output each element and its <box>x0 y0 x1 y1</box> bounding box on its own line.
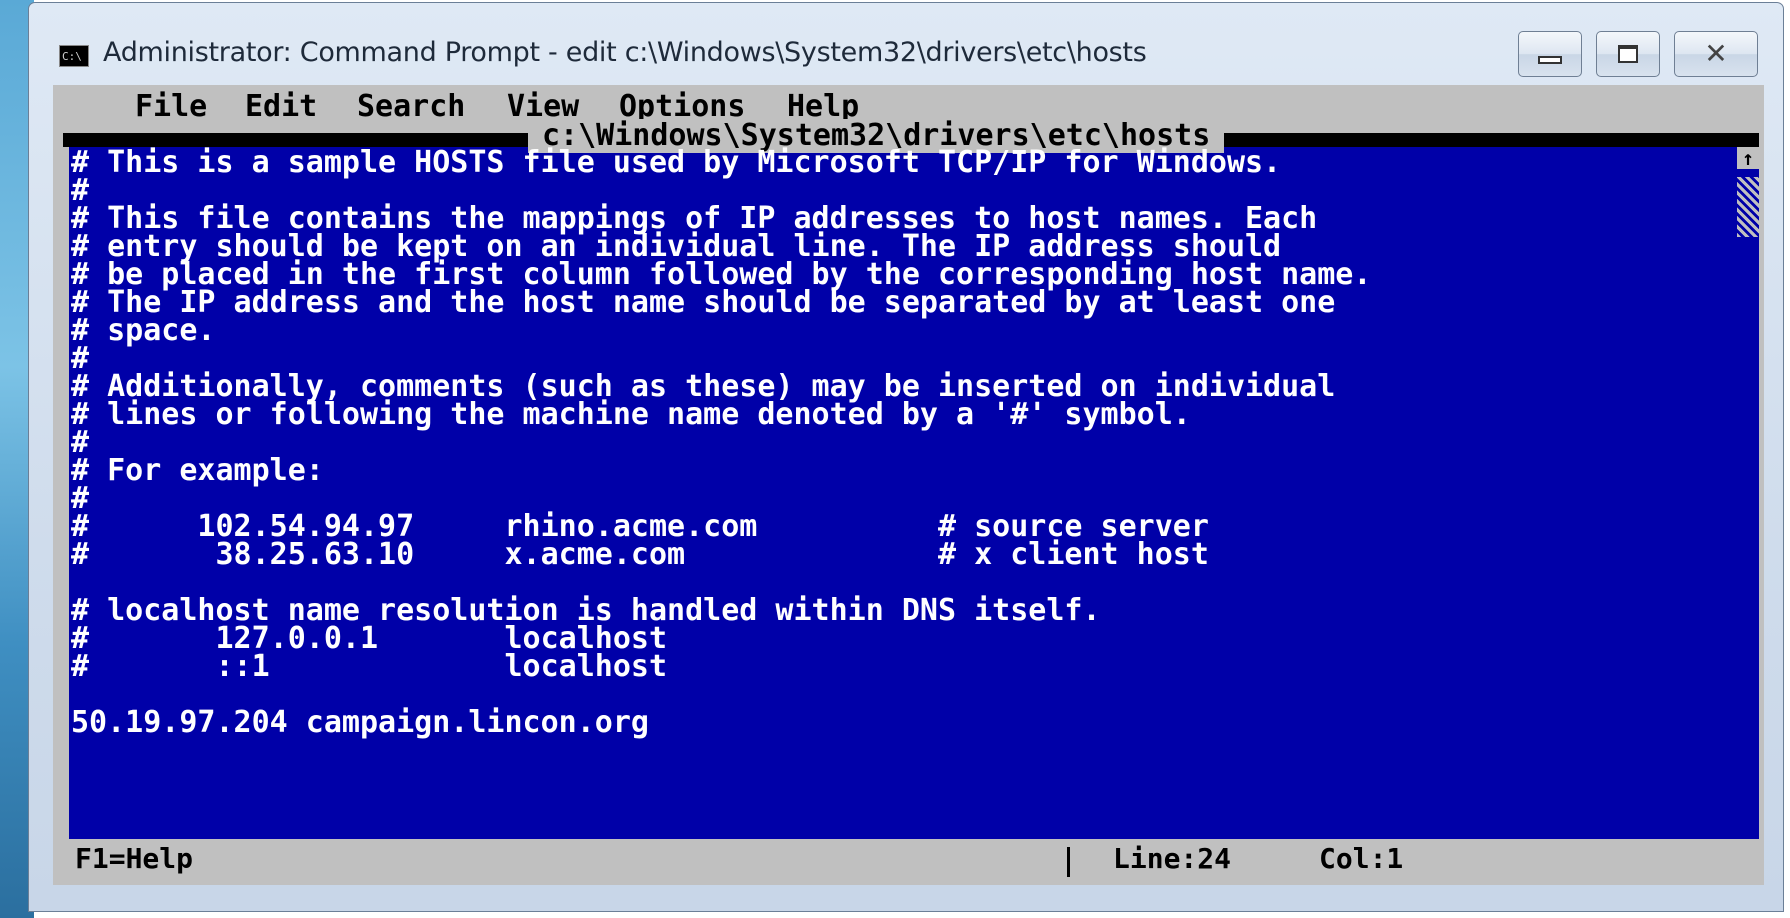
status-bar: F1=Help Line:24 Col:1 <box>63 839 1759 879</box>
menu-file[interactable]: File <box>135 89 207 125</box>
menu-edit[interactable]: Edit <box>245 89 317 125</box>
editor-left-border <box>63 147 69 861</box>
scroll-thumb[interactable] <box>1737 177 1759 237</box>
close-icon: ✕ <box>1704 37 1728 70</box>
console-area: File Edit Search View Options Help c:\Wi… <box>53 85 1764 885</box>
text-line: # space. <box>71 313 216 348</box>
text-line: # ::1 localhost <box>71 649 668 684</box>
column-indicator: Col:1 <box>1319 842 1404 875</box>
close-button[interactable]: ✕ <box>1674 31 1758 77</box>
editor-frame: c:\Windows\System32\drivers\etc\hosts # … <box>63 119 1759 861</box>
text-line: 50.19.97.204 campaign.lincon.org <box>71 705 649 740</box>
menu-search[interactable]: Search <box>357 89 465 125</box>
console-icon[interactable]: C:\ <box>59 45 89 67</box>
status-divider <box>1067 847 1070 877</box>
text-line: # lines or following the machine name de… <box>71 397 1191 432</box>
minimize-button[interactable] <box>1518 31 1582 77</box>
minimize-icon <box>1538 56 1562 64</box>
command-prompt-window: C:\ Administrator: Command Prompt - edit… <box>28 2 1784 912</box>
editor-frame-top: c:\Windows\System32\drivers\etc\hosts <box>63 119 1759 153</box>
text-line: # This is a sample HOSTS file used by Mi… <box>71 145 1282 180</box>
maximize-icon <box>1618 45 1638 63</box>
vertical-scrollbar[interactable]: ↑ ↓ <box>1737 147 1759 861</box>
text-line: # For example: <box>71 453 324 488</box>
text-line: # The IP address and the host name shoul… <box>71 285 1336 320</box>
scroll-up-arrow-icon[interactable]: ↑ <box>1737 147 1759 169</box>
text-line: # 38.25.63.10 x.acme.com # x client host <box>71 537 1209 572</box>
text-editor[interactable]: # This is a sample HOSTS file used by Mi… <box>71 145 1731 855</box>
help-hint[interactable]: F1=Help <box>75 839 193 879</box>
window-title: Administrator: Command Prompt - edit c:\… <box>103 37 1147 68</box>
maximize-button[interactable] <box>1596 31 1660 77</box>
line-indicator: Line:24 <box>1113 842 1232 875</box>
